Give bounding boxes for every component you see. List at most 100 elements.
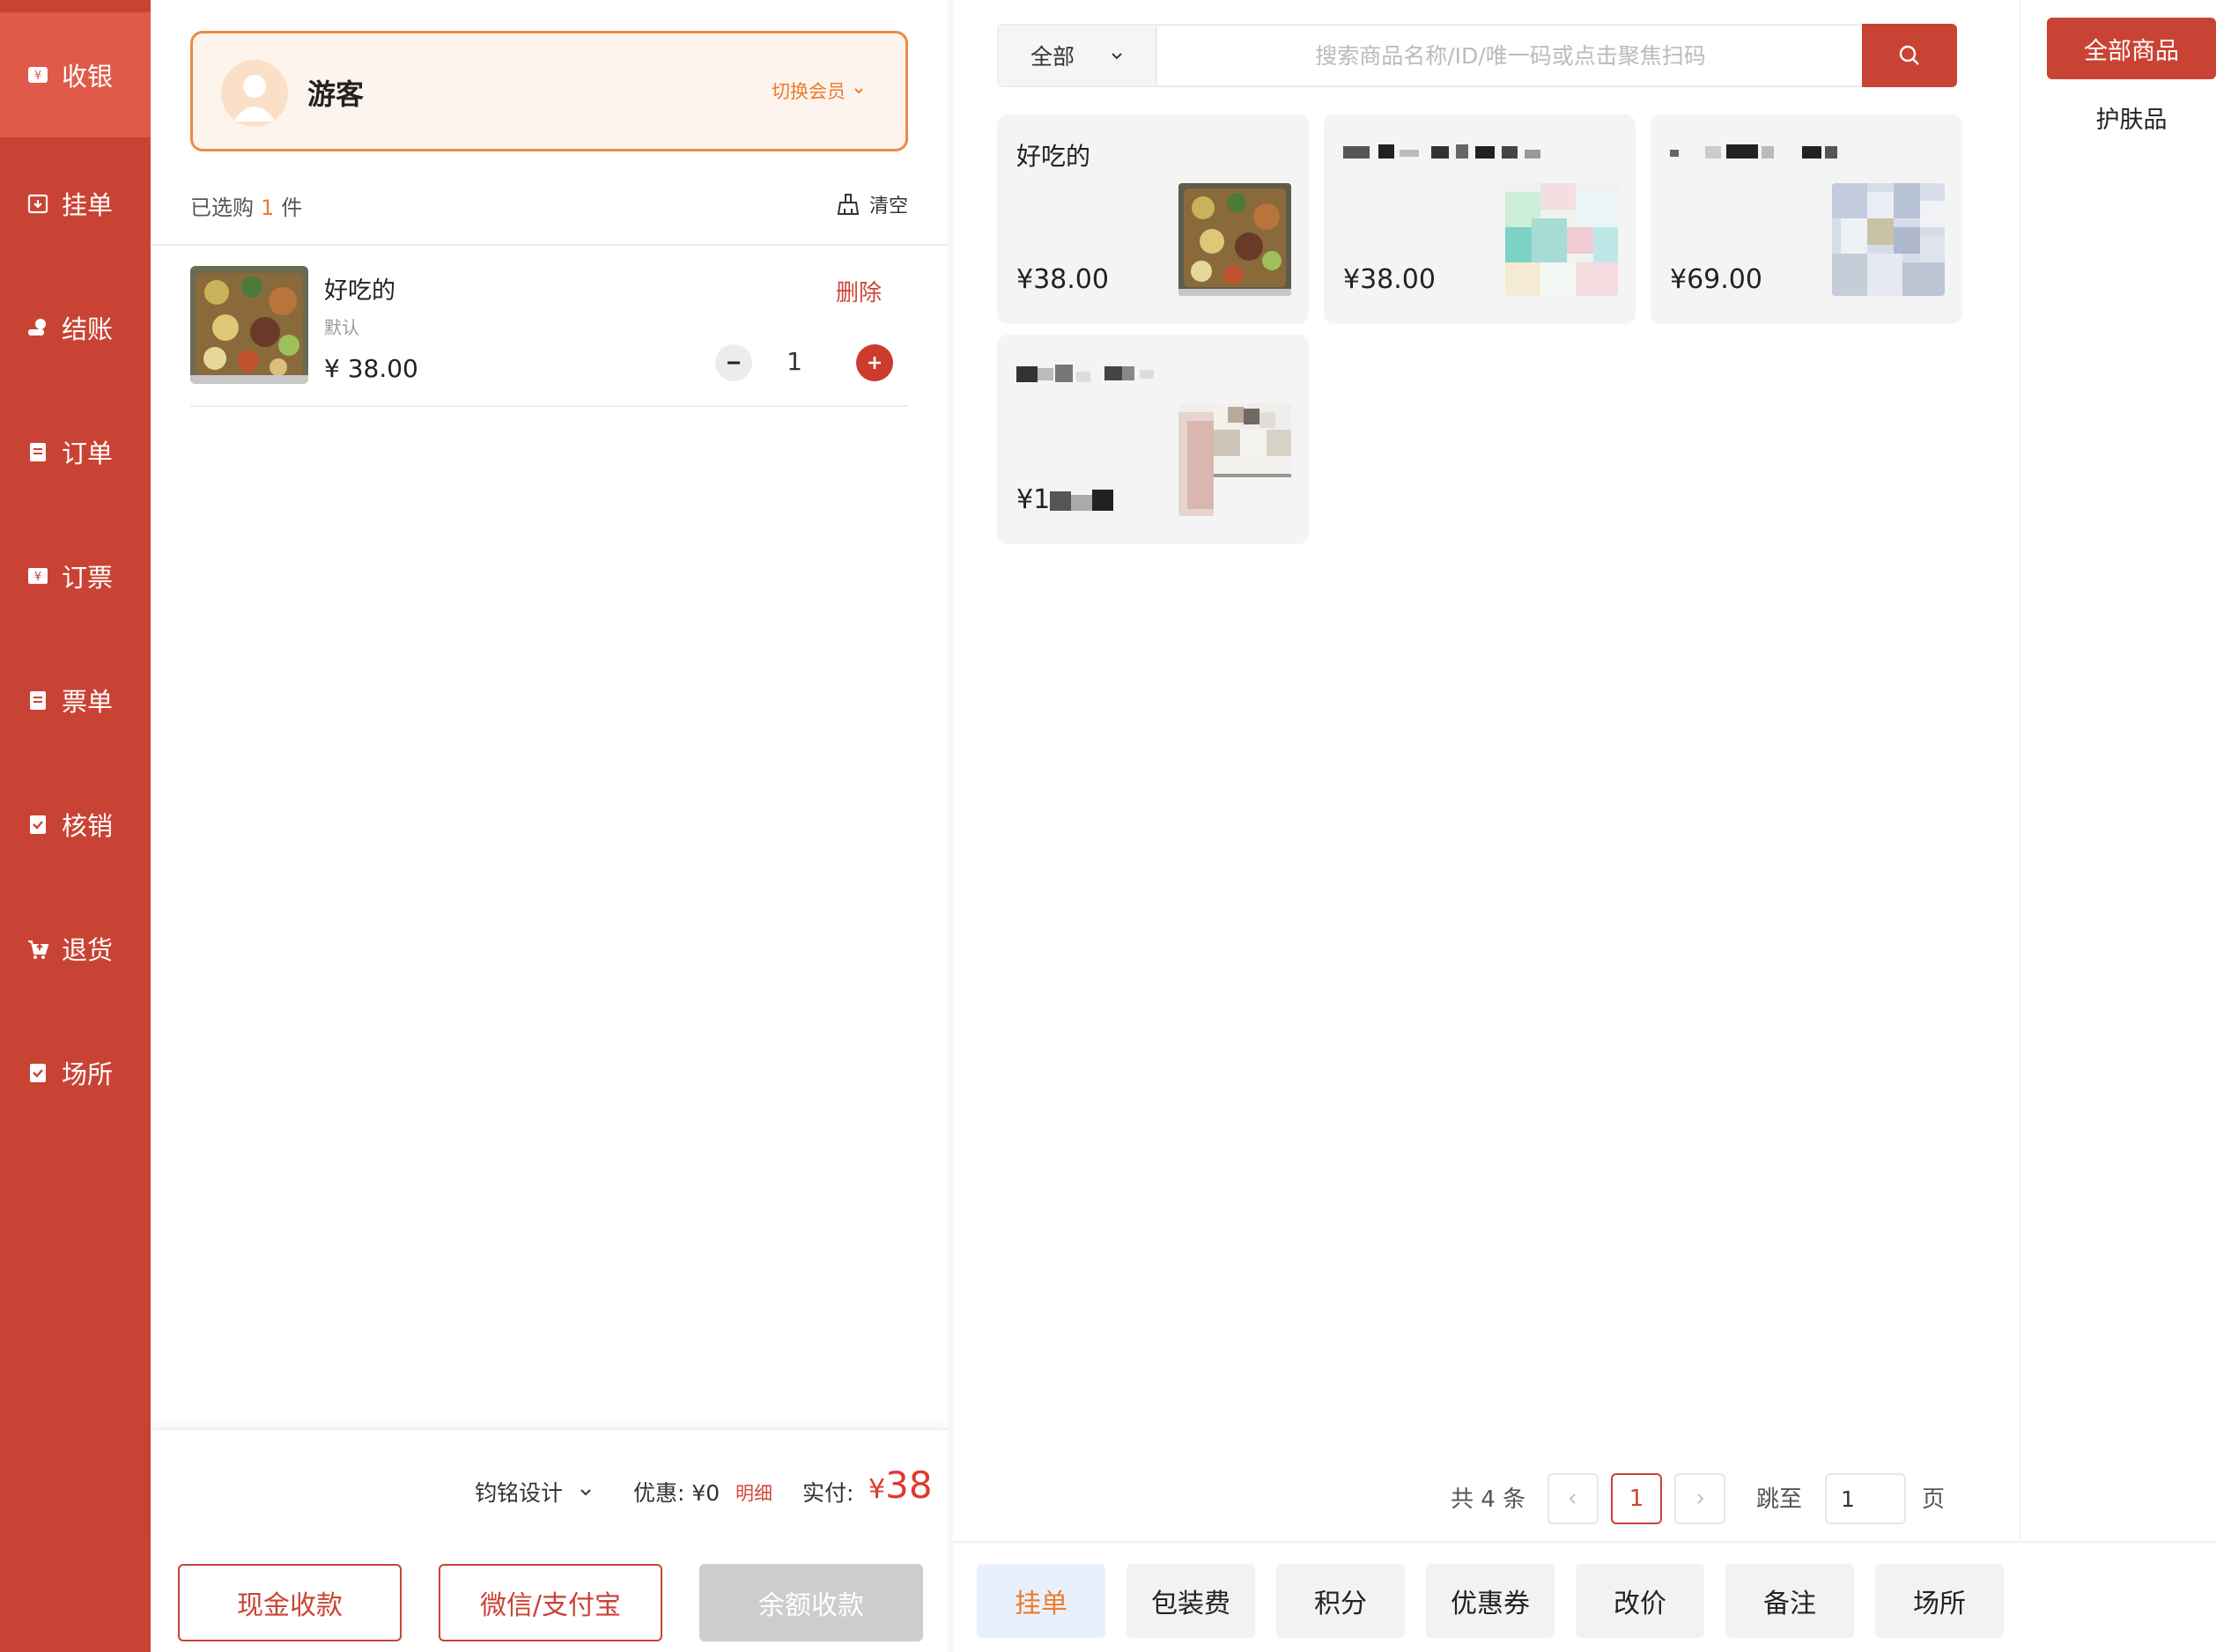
delete-item-button[interactable]: 删除 [836,275,882,307]
coupon-button[interactable]: 优惠券 [1426,1564,1555,1638]
nav-item-checkout[interactable]: 结账 [0,265,151,390]
ticket-list-icon [26,689,49,712]
cart-item-thumbnail [190,266,308,384]
nav-label: 退货 [62,935,114,965]
avatar [221,60,288,127]
cart-item-spec: 默认 [324,317,359,338]
discount-text: 优惠: ¥0 [633,1480,720,1506]
chevron-down-icon [580,1489,591,1496]
nav-item-verify[interactable]: 核销 [0,762,151,887]
blurred-image-icon [1505,183,1618,296]
change-price-button[interactable]: 改价 [1576,1564,1704,1638]
jump-label: 跳至 [1756,1486,1803,1513]
paid-value: 38 [885,1464,933,1507]
user-avatar-icon [221,60,288,127]
page-unit-label: 页 [1922,1486,1946,1513]
page-number-button[interactable]: 1 [1611,1473,1662,1524]
search-bar: 全部 [997,24,1957,87]
points-button[interactable]: 积分 [1276,1564,1405,1638]
cart-item-name: 好吃的 [324,277,395,305]
product-card[interactable]: ¥38.00 [1324,114,1636,324]
product-name: 好吃的 [1016,142,1091,171]
blurred-image-icon [1178,403,1291,516]
food-image-icon [190,266,308,384]
product-card[interactable]: ¥1 [997,335,1309,544]
pagination-total: 共 4 条 [1451,1486,1526,1513]
search-input[interactable] [1159,26,1862,85]
redacted-text-icon [1016,365,1154,382]
product-card[interactable]: 好吃的 ¥38.00 [997,114,1309,324]
prev-page-button[interactable] [1548,1473,1599,1524]
svg-text:¥: ¥ [34,70,41,83]
quantity-increase-button[interactable] [856,344,893,381]
product-price: ¥38.00 [1016,264,1109,295]
nav-item-ticket-list[interactable]: 票单 [0,638,151,763]
nav-label: 结账 [62,314,114,344]
cart-panel: 游客 切换会员 已选购 1 件 清空 好吃的 默认 ¥ 38.00 删除 1 钧… [151,0,948,1652]
hold-order-icon [26,192,49,215]
cashier-icon: ¥ [26,63,49,86]
search-button[interactable] [1862,24,1957,87]
nav-item-cashier[interactable]: ¥ 收银 [0,12,151,137]
wechat-alipay-payment-button[interactable]: 微信/支付宝 [439,1564,662,1641]
redacted-text-icon [1343,144,1540,159]
category-select[interactable]: 全部 [999,26,1157,85]
broom-icon [837,194,860,215]
nav-item-return[interactable]: 退货 [0,886,151,1011]
picked-summary: 已选购 1 件 清空 [190,190,908,225]
ticket-booking-icon: ¥ [26,564,49,587]
picked-count: 1 [261,195,275,220]
nav-label: 票单 [62,687,114,717]
search-icon [1899,45,1919,65]
discount-detail-link[interactable]: 明细 [735,1479,772,1506]
packaging-fee-button[interactable]: 包装费 [1126,1564,1255,1638]
member-name: 游客 [307,77,365,111]
venue-button[interactable]: 场所 [1875,1564,2004,1638]
nav-item-ticket-booking[interactable]: ¥ 订票 [0,513,151,638]
paid-currency: ¥ [868,1474,886,1505]
category-select-value: 全部 [1030,44,1075,70]
product-name-redacted [1343,137,1607,170]
hold-order-button[interactable]: 挂单 [977,1564,1105,1638]
product-card[interactable]: ¥69.00 [1651,114,1962,324]
product-name-redacted [1670,137,1873,170]
product-price: ¥1 [1016,484,1129,516]
nav-label: 核销 [62,811,114,841]
product-thumbnail [1832,183,1945,296]
quantity-decrease-button[interactable] [715,344,752,381]
nav-item-order[interactable]: 订单 [0,389,151,514]
plus-icon [868,357,881,369]
product-price-value: ¥1 [1016,484,1051,515]
nav-item-venue[interactable]: 场所 [0,1010,151,1135]
balance-payment-button[interactable]: 余额收款 [699,1564,923,1641]
clear-cart-button[interactable]: 清空 [836,190,908,218]
chevron-right-icon [1697,1493,1704,1504]
category-sidebar: 全部商品 护肤品 [2019,0,2216,1541]
staff-select[interactable]: 钧铭设计 [475,1476,593,1508]
switch-member-label: 切换会员 [772,81,846,102]
cart-item: 好吃的 默认 ¥ 38.00 删除 1 [190,266,908,407]
paid-label: 实付: [802,1480,854,1506]
jump-page-input[interactable] [1825,1473,1906,1524]
category-all-button[interactable]: 全部商品 [2047,18,2216,79]
remark-button[interactable]: 备注 [1725,1564,1854,1638]
clear-label: 清空 [868,195,908,218]
switch-member-button[interactable]: 切换会员 [772,77,865,104]
svg-text:¥: ¥ [34,571,41,584]
staff-label: 钧铭设计 [475,1480,564,1506]
sidebar-nav: ¥ 收银 挂单 结账 订单 ¥ 订票 票单 核销 退货 场所 [0,0,151,1652]
nav-label: 场所 [62,1059,114,1089]
member-card[interactable]: 游客 切换会员 [190,31,908,151]
cash-payment-button[interactable]: 现金收款 [178,1564,402,1641]
category-item-skincare[interactable]: 护肤品 [2047,86,2216,148]
nav-item-hold-order[interactable]: 挂单 [0,141,151,266]
picked-prefix: 已选购 [190,195,254,220]
next-page-button[interactable] [1674,1473,1725,1524]
product-price: ¥38.00 [1343,264,1436,295]
divider [151,244,948,246]
redacted-text-icon [1670,144,1837,159]
chevron-left-icon [1569,1493,1576,1504]
cart-item-price: ¥ 38.00 [324,354,418,383]
venue-icon [26,1061,49,1084]
paid-amount: ¥38 [868,1464,933,1507]
